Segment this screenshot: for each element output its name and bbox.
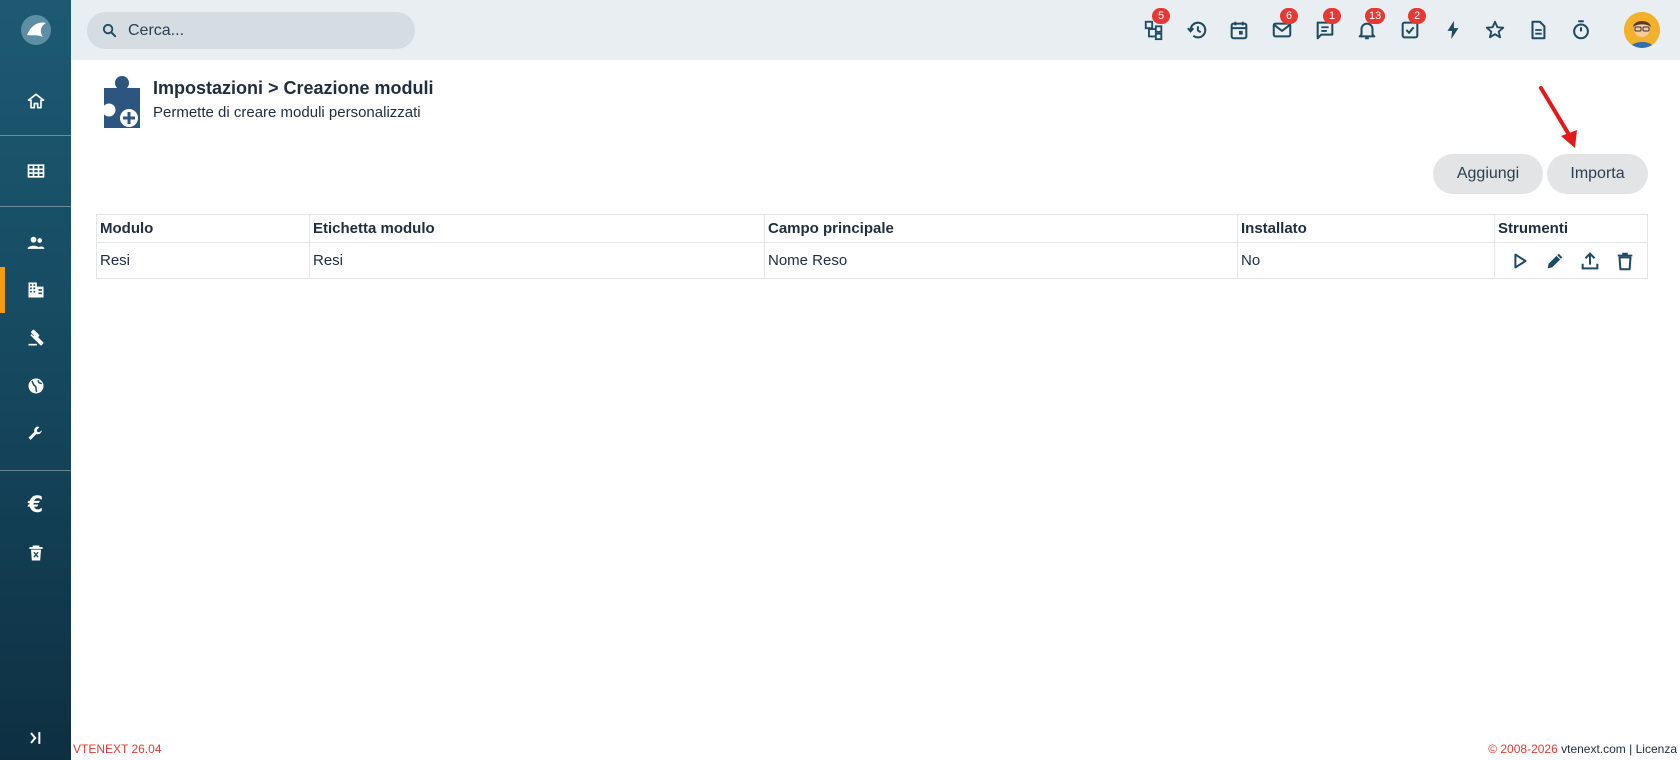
notification-badge: 5 <box>1152 8 1170 24</box>
notification-badge: 6 <box>1280 8 1298 24</box>
trash-can-icon <box>28 545 43 561</box>
search-icon <box>102 23 117 38</box>
documents-button[interactable] <box>1525 17 1551 43</box>
cell-modulo: Resi <box>96 242 310 279</box>
avatar-icon <box>1624 12 1660 48</box>
calendar-button[interactable] <box>1226 17 1252 43</box>
license-link[interactable]: Licenza <box>1636 742 1677 756</box>
copyright-text: © 2008-2026 <box>1488 742 1558 756</box>
footer-links: © 2008-2026 vtenext.com | Licenza <box>1488 742 1677 756</box>
add-button[interactable]: Aggiungi <box>1433 154 1543 194</box>
install-button[interactable] <box>1508 249 1531 272</box>
sidebar-divider <box>0 135 71 136</box>
notification-badge: 2 <box>1408 8 1426 24</box>
globe-icon <box>28 378 43 394</box>
app-logo[interactable] <box>0 0 71 60</box>
expand-sidebar-icon <box>29 732 40 744</box>
document-icon <box>1531 20 1546 40</box>
sidebar-item-tools[interactable] <box>0 411 71 457</box>
edit-button[interactable] <box>1543 249 1566 272</box>
mail-button[interactable]: 6 <box>1269 8 1298 43</box>
column-header-strumenti: Strumenti <box>1494 214 1648 243</box>
sidebar: € <box>0 0 71 760</box>
site-link[interactable]: vtenext.com <box>1561 742 1626 756</box>
sidebar-item-trash[interactable] <box>0 530 71 576</box>
cell-strumenti <box>1494 242 1648 279</box>
timer-icon <box>1573 20 1589 40</box>
wrench-icon <box>28 426 42 440</box>
contacts-icon <box>27 236 44 249</box>
grid-icon <box>27 164 44 178</box>
export-button[interactable] <box>1578 249 1601 272</box>
cell-campo: Nome Reso <box>764 242 1238 279</box>
puzzle-module-icon <box>103 76 140 128</box>
euro-icon: € <box>27 492 44 518</box>
sidebar-item-contacts[interactable] <box>0 220 71 266</box>
table-header-row: Modulo Etichetta modulo Campo principale… <box>96 214 1648 243</box>
sidebar-item-home[interactable] <box>0 78 71 124</box>
upload-icon <box>1581 251 1598 269</box>
column-header-modulo[interactable]: Modulo <box>96 214 310 243</box>
column-header-campo[interactable]: Campo principale <box>764 214 1238 243</box>
notification-badge: 1 <box>1323 8 1341 24</box>
page-title: Impostazioni > Creazione moduli <box>153 78 434 98</box>
sidebar-divider <box>0 206 71 207</box>
column-header-installato[interactable]: Installato <box>1237 214 1495 243</box>
sidebar-item-companies[interactable] <box>0 267 71 313</box>
home-icon <box>27 93 44 109</box>
notifications-button[interactable]: 13 <box>1354 8 1386 43</box>
building-icon <box>28 282 43 298</box>
bolt-icon <box>1447 20 1459 40</box>
trash-icon <box>1617 252 1632 270</box>
table-row: Resi Resi Nome Reso No <box>96 242 1648 279</box>
top-bar <box>71 0 1680 60</box>
page-subtitle: Permette di creare moduli personalizzati <box>153 104 421 121</box>
logo-icon <box>20 15 51 45</box>
tasks-button[interactable]: 2 <box>1397 8 1426 43</box>
chat-button[interactable]: 1 <box>1312 8 1341 43</box>
modules-table: Modulo Etichetta modulo Campo principale… <box>96 214 1648 279</box>
sidebar-divider <box>0 470 71 471</box>
column-header-etichetta[interactable]: Etichetta modulo <box>309 214 765 243</box>
notification-badge: 13 <box>1365 8 1386 24</box>
footer-separator: | <box>1629 742 1633 756</box>
user-avatar[interactable] <box>1624 12 1660 48</box>
timer-button[interactable] <box>1568 17 1594 43</box>
star-icon <box>1485 20 1505 39</box>
sidebar-item-legal[interactable] <box>0 315 71 361</box>
version-label: VTENEXT 26.04 <box>73 742 162 756</box>
cell-installato: No <box>1237 242 1495 279</box>
sidebar-item-web[interactable] <box>0 363 71 409</box>
cell-etichetta: Resi <box>309 242 765 279</box>
sidebar-expand-button[interactable] <box>0 715 71 760</box>
red-arrow-annotation <box>1539 86 1577 148</box>
calendar-icon <box>1230 21 1248 40</box>
sidebar-item-dashboard[interactable] <box>0 148 71 194</box>
gavel-icon <box>28 329 44 346</box>
play-icon <box>1513 253 1527 268</box>
search-box[interactable] <box>87 12 415 49</box>
delete-button[interactable] <box>1613 249 1636 272</box>
search-input[interactable] <box>128 21 388 40</box>
history-icon <box>1187 21 1207 39</box>
favorites-button[interactable] <box>1482 17 1508 43</box>
pencil-icon <box>1547 253 1562 268</box>
quick-actions-button[interactable] <box>1440 17 1466 43</box>
import-button[interactable]: Importa <box>1547 154 1648 194</box>
hierarchy-button[interactable]: 5 <box>1141 8 1170 43</box>
history-button[interactable] <box>1184 17 1210 43</box>
sidebar-item-finance[interactable]: € <box>0 482 71 528</box>
